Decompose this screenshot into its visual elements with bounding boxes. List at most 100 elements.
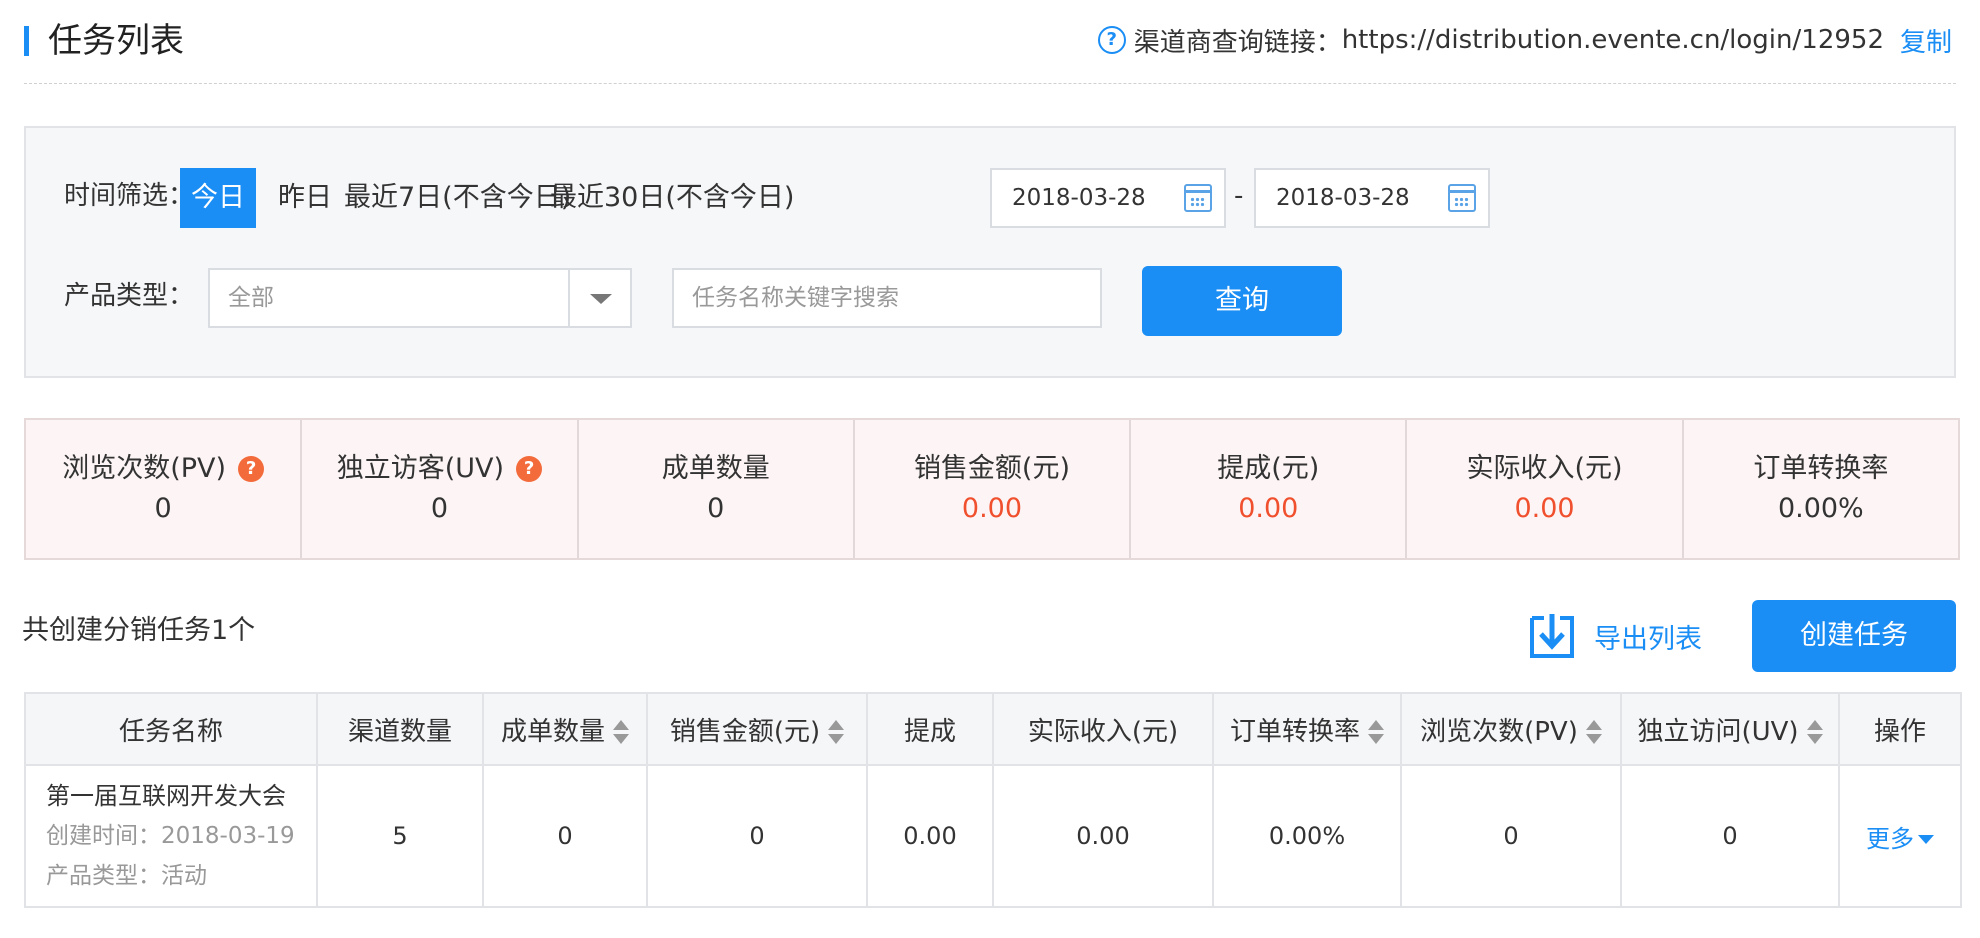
table-header-row: 任务名称 渠道数量 成单数量 销售金额(元) 提成 实际收入(元) 订单转换率 浏览次数(PV… [24, 692, 1962, 766]
calendar-icon[interactable] [1448, 184, 1476, 212]
column-header: 提成 [866, 692, 994, 766]
stat-label: 成单数量 [579, 450, 853, 488]
uv-cell: 0 [1620, 764, 1840, 908]
stat-value: 0 [154, 493, 172, 524]
product-type-selected: 全部 [228, 285, 274, 311]
more-actions-label: 更多 [1866, 824, 1914, 853]
create-task-button[interactable]: 创建任务 [1752, 600, 1956, 672]
stat-label: 订单转换率 [1684, 450, 1958, 488]
task-product-type: 产品类型：活动 [46, 863, 207, 889]
end-date-value: 2018-03-28 [1276, 185, 1410, 211]
time-option-last-7-days[interactable]: 最近7日(不含今日) [344, 168, 571, 228]
stat-label-text: 订单转换率 [1753, 453, 1889, 484]
column-header: 任务名称 [24, 692, 318, 766]
filter-panel: 时间筛选： 今日 昨日 最近7日(不含今日) 最近30日(不含今日) 2018-… [24, 126, 1956, 378]
date-separator: - [1234, 181, 1244, 211]
title-accent-bar [24, 26, 29, 56]
task-count-summary: 共创建分销任务1个 [22, 615, 256, 646]
column-header-label: 浏览次数(PV) [1420, 716, 1578, 747]
download-icon [1530, 614, 1574, 658]
stat-value: 0.00 [961, 493, 1023, 524]
stat-label: 实际收入(元) [1407, 450, 1681, 488]
question-circle-icon[interactable]: ? [238, 456, 265, 482]
sort-icon[interactable] [1368, 719, 1384, 745]
sort-icon[interactable] [613, 719, 629, 745]
stat-label-text: 成单数量 [661, 453, 770, 484]
stat-pv: 浏览次数(PV)? 0 [26, 420, 303, 558]
column-header-label: 任务名称 [118, 716, 223, 747]
column-header[interactable]: 浏览次数(PV) [1400, 692, 1622, 766]
stat-label-text: 销售金额(元) [913, 453, 1071, 484]
question-circle-icon[interactable]: ? [516, 456, 543, 482]
caret-down-icon [1918, 835, 1934, 844]
query-button[interactable]: 查询 [1142, 266, 1342, 336]
calendar-icon[interactable] [1184, 184, 1212, 212]
stat-income: 实际收入(元) 0.00 [1407, 420, 1684, 558]
stat-value: 0.00% [1777, 493, 1864, 524]
column-header[interactable]: 销售金额(元) [646, 692, 868, 766]
channel-link-area: ? 渠道商查询链接： https://distribution.evente.c… [1097, 20, 1952, 60]
column-header[interactable]: 订单转换率 [1212, 692, 1402, 766]
export-list-button[interactable]: 导出列表 [1526, 606, 1702, 666]
end-date-field[interactable]: 2018-03-28 [1254, 168, 1490, 228]
product-type-label: 产品类型： [64, 281, 195, 311]
column-header-label: 操作 [1873, 716, 1926, 747]
stat-value: 0 [707, 493, 725, 524]
task-created-time: 创建时间：2018-03-19 [46, 823, 295, 849]
product-type-select[interactable]: 全部 [208, 268, 632, 328]
stat-label-text: 浏览次数(PV) [62, 453, 227, 484]
column-header-label: 订单转换率 [1229, 716, 1360, 747]
table-row: 第一届互联网开发大会 创建时间：2018-03-19 产品类型：活动 5 0 0 0.00 0… [24, 764, 1962, 908]
column-header[interactable]: 独立访问(UV) [1620, 692, 1840, 766]
export-list-label: 导出列表 [1594, 623, 1702, 655]
sort-icon[interactable] [1585, 719, 1602, 745]
stat-value: 0.00 [1238, 493, 1299, 524]
column-header: 操作 [1838, 692, 1962, 766]
stat-label: 销售金额(元) [855, 450, 1129, 488]
conversion-rate-cell: 0.00% [1212, 764, 1402, 908]
commission-cell: 0.00 [866, 764, 994, 908]
stat-label-text: 提成(元) [1217, 453, 1320, 484]
task-table: 任务名称 渠道数量 成单数量 销售金额(元) 提成 实际收入(元) 订单转换率 浏览次数(PV… [24, 692, 1962, 908]
column-header: 渠道数量 [316, 692, 484, 766]
channel-link-url: https://distribution.evente.cn/login/129… [1341, 25, 1884, 55]
stat-sales: 销售金额(元) 0.00 [855, 420, 1132, 558]
start-date-field[interactable]: 2018-03-28 [990, 168, 1226, 228]
column-header-label: 渠道数量 [347, 716, 452, 747]
pv-cell: 0 [1400, 764, 1622, 908]
income-cell: 0.00 [992, 764, 1214, 908]
question-circle-icon[interactable]: ? [1097, 26, 1126, 54]
stat-value: 0.00 [1514, 493, 1575, 524]
sort-icon[interactable] [1806, 719, 1823, 745]
column-header-label: 提成 [903, 716, 956, 747]
stats-bar: 浏览次数(PV)? 0 独立访客(UV)? 0 成单数量 0 销售金额(元) 0.00 提成(元… [24, 418, 1960, 560]
stat-commission: 提成(元) 0.00 [1131, 420, 1408, 558]
column-header-label: 独立访问(UV) [1637, 716, 1799, 747]
column-header[interactable]: 成单数量 [482, 692, 648, 766]
table-body: 第一届互联网开发大会 创建时间：2018-03-19 产品类型：活动 5 0 0 0.00 0… [24, 764, 1962, 908]
column-header: 实际收入(元) [992, 692, 1214, 766]
stat-value: 0 [430, 493, 449, 524]
keyword-search-input[interactable] [672, 268, 1102, 328]
stat-label: 独立访客(UV)? [302, 450, 576, 488]
task-name: 第一届互联网开发大会 [46, 782, 286, 810]
time-option-yesterday[interactable]: 昨日 [278, 168, 332, 228]
action-cell: 更多 [1838, 764, 1962, 908]
column-header-label: 销售金额(元) [669, 716, 821, 747]
page-header: 任务列表 ? 渠道商查询链接： https://distribution.eve… [24, 14, 1956, 84]
chevron-down-icon[interactable] [568, 270, 630, 326]
stat-label: 浏览次数(PV)? [26, 450, 300, 488]
stat-orders: 成单数量 0 [579, 420, 855, 558]
more-actions-dropdown[interactable]: 更多 [1866, 825, 1934, 853]
order-count-cell: 0 [482, 764, 648, 908]
stat-label-text: 实际收入(元) [1466, 453, 1623, 484]
copy-link-button[interactable]: 复制 [1900, 22, 1952, 59]
time-option-today[interactable]: 今日 [180, 168, 256, 228]
stat-uv: 独立访客(UV)? 0 [302, 420, 579, 558]
sort-icon[interactable] [828, 719, 845, 745]
channel-count-cell: 5 [316, 764, 484, 908]
channel-link-label: 渠道商查询链接： [1133, 27, 1342, 58]
task-name-cell: 第一届互联网开发大会 创建时间：2018-03-19 产品类型：活动 [24, 764, 318, 908]
time-option-last-30-days[interactable]: 最近30日(不含今日) [550, 168, 794, 228]
stat-label: 提成(元) [1131, 450, 1405, 488]
